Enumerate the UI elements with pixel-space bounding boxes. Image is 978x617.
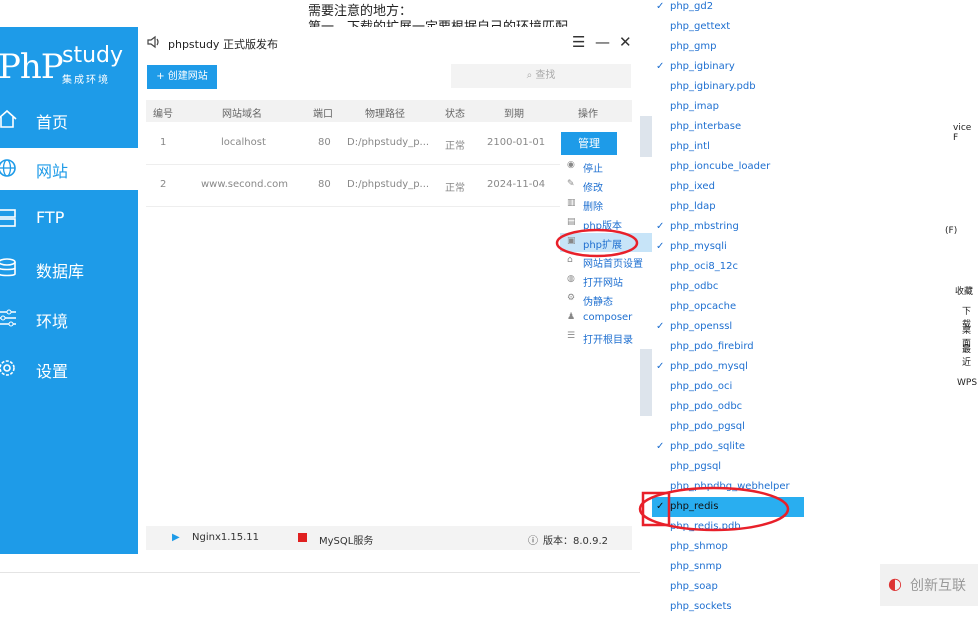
watermark-text: 创新互联 <box>910 578 966 594</box>
annotation-circle-php-extension <box>555 228 639 258</box>
watermark: ◐ 创新互联 <box>880 564 978 606</box>
watermark-logo-icon: ◐ <box>888 574 902 593</box>
annotation-circle-php-redis <box>638 486 790 532</box>
annotation-box-checkbox <box>641 491 671 527</box>
annotation-overlay <box>555 228 790 532</box>
